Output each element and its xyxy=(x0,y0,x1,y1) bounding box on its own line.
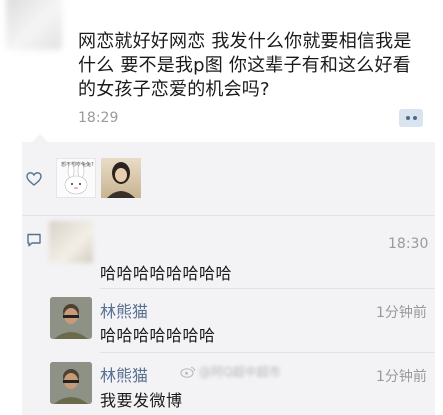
watermark-text: @阿Q超中超市 xyxy=(199,365,281,379)
more-dots-icon xyxy=(405,116,410,120)
poster-avatar[interactable] xyxy=(6,0,62,50)
comment-text[interactable]: 哈哈哈哈哈哈哈哈 xyxy=(100,260,232,284)
weibo-logo-icon xyxy=(180,366,196,378)
heart-outline-icon xyxy=(26,172,42,186)
commenter-name[interactable]: 林熊猫 xyxy=(100,298,148,322)
commenter-name[interactable]: 林熊猫 xyxy=(100,362,148,386)
commenter-avatar[interactable] xyxy=(50,297,92,339)
liker-avatar-bunny[interactable]: 想不想吃兔兔? xyxy=(56,158,96,198)
commenter-photo xyxy=(50,297,92,339)
comment-divider xyxy=(100,288,435,289)
more-options-button[interactable] xyxy=(399,109,423,127)
liker-avatar-photo[interactable] xyxy=(101,158,141,198)
moment-text: 网恋就好好网恋 我发什么你就要相信我是什么 要不是我p图 你这辈子有和这么好看的… xyxy=(78,31,412,100)
person-photo xyxy=(107,162,135,198)
more-dot xyxy=(412,116,417,120)
likes-divider xyxy=(22,215,435,216)
comment-time: 1分钟前 xyxy=(376,305,427,321)
comment-time: 18:30 xyxy=(388,236,429,252)
comment-text[interactable]: 我要发微博 xyxy=(100,387,183,411)
commenter-avatar[interactable] xyxy=(49,221,93,263)
moment-timestamp: 18:29 xyxy=(78,110,119,126)
commenter-photo xyxy=(50,362,92,404)
comment-bubble-icon xyxy=(27,233,41,247)
commenter-avatar[interactable] xyxy=(50,362,92,404)
comment-time: 1分钟前 xyxy=(376,369,427,385)
comment-divider xyxy=(100,352,435,353)
bunny-illustration xyxy=(64,163,88,195)
comment-text[interactable]: 哈哈哈哈哈哈哈 xyxy=(100,322,216,346)
weibo-watermark: @阿Q超中超市 xyxy=(180,363,280,380)
